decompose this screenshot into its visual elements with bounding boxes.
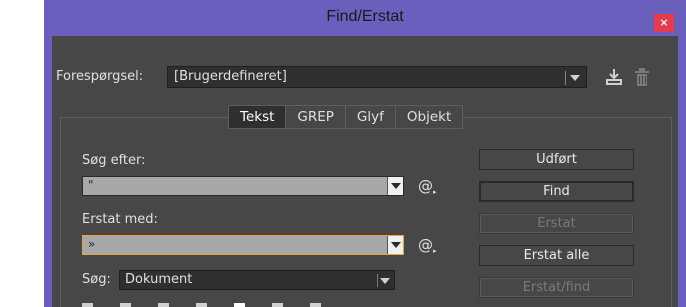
dialog-body: Forespørgsel: [Brugerdefineret] Tekst GR… xyxy=(52,36,678,307)
find-history-dropdown[interactable] xyxy=(387,177,403,195)
find-special-char-button[interactable]: @▸ xyxy=(418,177,437,196)
tab-glyf[interactable]: Glyf xyxy=(345,105,396,129)
find-label: Søg efter: xyxy=(82,153,146,168)
replace-input[interactable]: » xyxy=(82,235,404,255)
replace-button[interactable]: Erstat xyxy=(479,213,634,234)
at-sign-icon: @ xyxy=(418,236,433,254)
chevron-down-icon xyxy=(380,278,390,284)
replace-find-button[interactable]: Erstat/find xyxy=(479,277,634,298)
include-footnotes-icon[interactable] xyxy=(234,303,245,307)
query-dropdown[interactable]: [Brugerdefineret] xyxy=(167,66,587,88)
dropdown-separator xyxy=(565,71,566,85)
caret-right-icon: ▸ xyxy=(433,188,437,196)
chevron-down-icon xyxy=(570,75,580,81)
close-button[interactable]: × xyxy=(654,14,674,32)
tab-objekt[interactable]: Objekt xyxy=(395,105,464,129)
find-value: " xyxy=(88,178,94,192)
query-value: [Brugerdefineret] xyxy=(174,69,287,84)
replace-special-char-button[interactable]: @▸ xyxy=(418,236,437,255)
mode-tabs: Tekst GREP Glyf Objekt xyxy=(228,105,464,129)
query-row: Forespørgsel: [Brugerdefineret] xyxy=(52,66,678,88)
replace-history-dropdown[interactable] xyxy=(387,236,403,254)
search-options-toolbar xyxy=(82,299,382,307)
chevron-down-icon xyxy=(391,183,401,189)
include-locked-layers-icon[interactable] xyxy=(82,303,93,307)
find-input[interactable]: " xyxy=(82,176,404,196)
replace-value: » xyxy=(88,237,96,251)
done-button[interactable]: Udført xyxy=(479,149,634,170)
caret-right-icon: ▸ xyxy=(433,247,437,255)
include-locked-stories-icon[interactable] xyxy=(120,303,131,307)
save-query-icon[interactable] xyxy=(605,68,623,86)
search-scope-value: Dokument xyxy=(125,272,193,287)
search-scope-label: Søg: xyxy=(82,272,111,287)
background-area xyxy=(0,0,44,307)
find-replace-dialog: Find/Erstat × Forespørgsel: [Brugerdefin… xyxy=(44,0,686,307)
whole-word-icon[interactable] xyxy=(310,303,321,307)
trash-icon[interactable] xyxy=(635,68,649,86)
tab-grep[interactable]: GREP xyxy=(286,105,346,129)
dropdown-separator xyxy=(377,274,378,287)
query-label: Forespørgsel: xyxy=(56,69,144,84)
case-sensitive-icon[interactable] xyxy=(272,303,283,307)
replace-all-button[interactable]: Erstat alle xyxy=(479,245,634,266)
tab-tekst[interactable]: Tekst xyxy=(228,105,287,129)
replace-label: Erstat med: xyxy=(82,212,158,227)
search-scope-dropdown[interactable]: Dokument xyxy=(119,270,395,290)
at-sign-icon: @ xyxy=(418,177,433,195)
find-button[interactable]: Find xyxy=(479,181,634,202)
include-hidden-layers-icon[interactable] xyxy=(158,303,169,307)
include-master-pages-icon[interactable] xyxy=(196,303,207,307)
title-bar[interactable]: Find/Erstat × xyxy=(44,0,686,36)
dialog-title: Find/Erstat xyxy=(326,8,404,25)
chevron-down-icon xyxy=(391,242,401,248)
